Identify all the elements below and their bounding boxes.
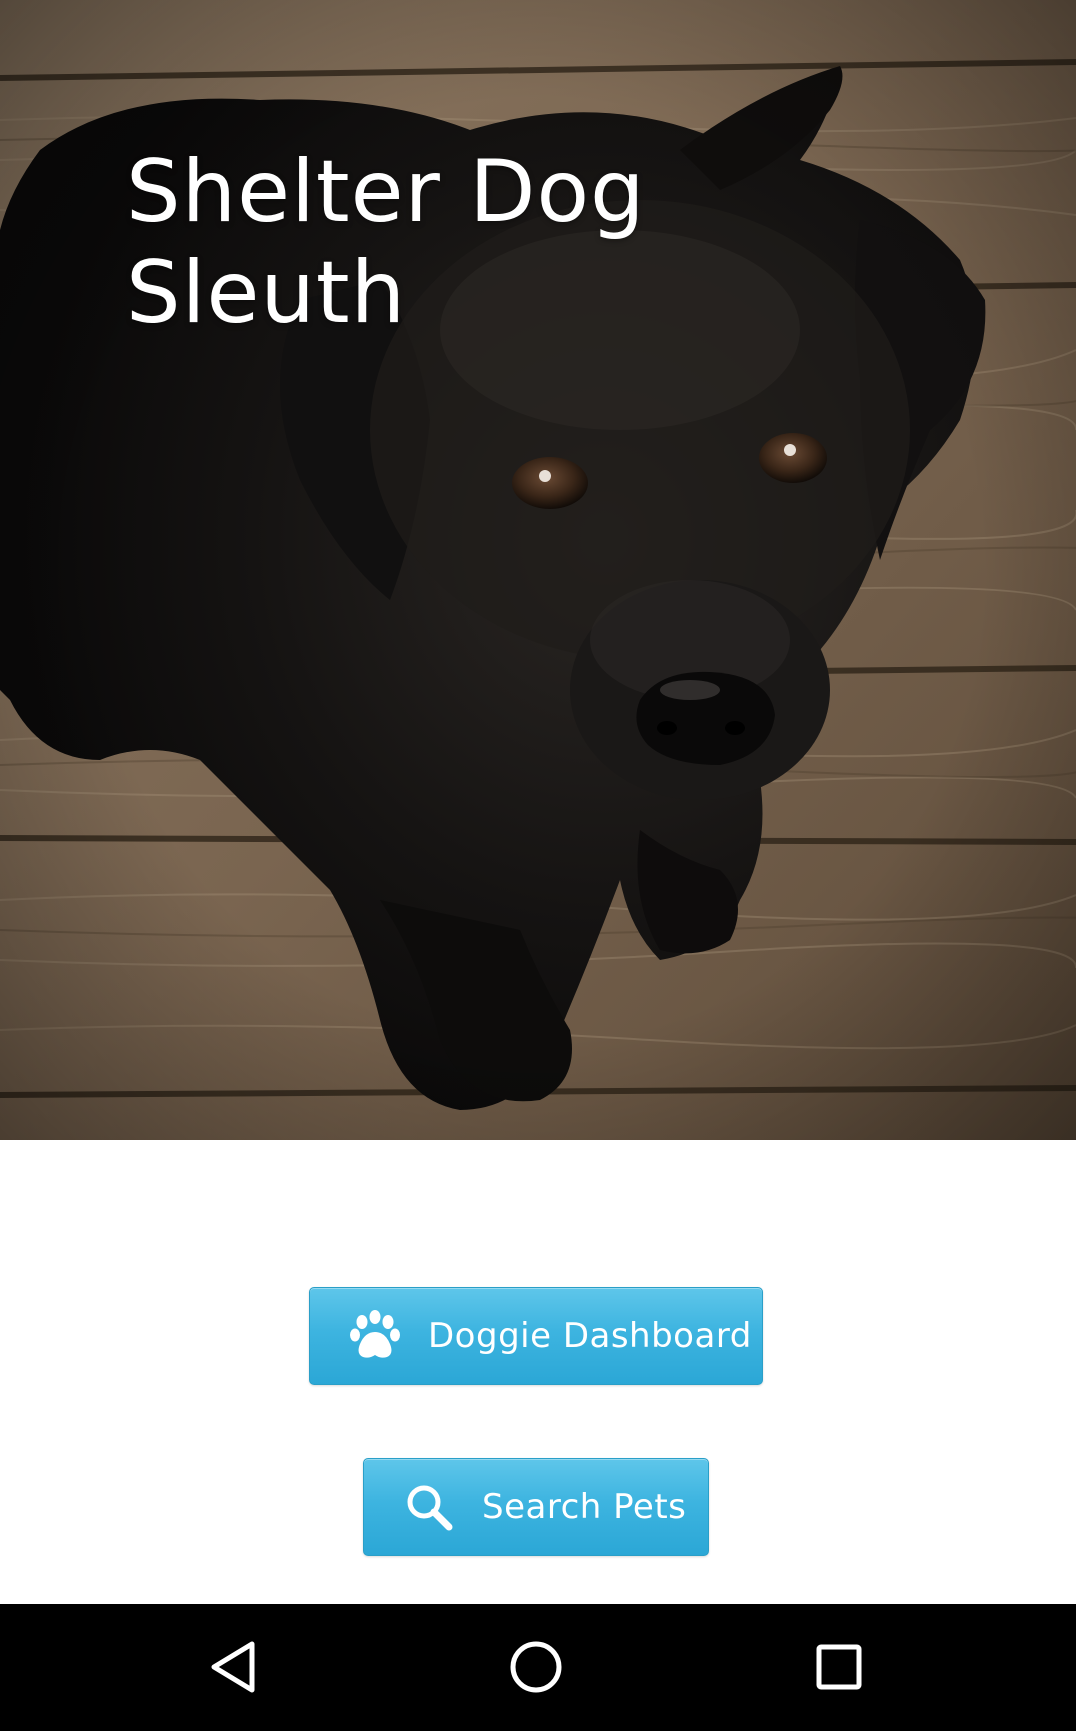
app-title-line-1: Shelter Dog (126, 142, 646, 242)
back-triangle-icon (211, 1641, 255, 1693)
app-title-line-2: Sleuth (126, 243, 407, 343)
paw-icon (348, 1308, 404, 1364)
search-icon (404, 1482, 454, 1532)
search-pets-button[interactable]: Search Pets (363, 1458, 709, 1556)
app-title: Shelter Dog Sleuth (126, 142, 826, 344)
system-navigation-bar (0, 1604, 1076, 1731)
recent-apps-square-icon (816, 1644, 862, 1690)
hero-image: Shelter Dog Sleuth (0, 0, 1076, 1140)
back-button[interactable] (203, 1637, 263, 1697)
recent-apps-button[interactable] (809, 1637, 869, 1697)
search-pets-label: Search Pets (482, 1487, 687, 1527)
doggie-dashboard-label: Doggie Dashboard (428, 1316, 752, 1356)
home-circle-icon (510, 1641, 562, 1693)
doggie-dashboard-button[interactable]: Doggie Dashboard (309, 1287, 763, 1385)
home-button[interactable] (506, 1637, 566, 1697)
home-screen: Shelter Dog Sleuth Doggie Dashboard Sear… (0, 0, 1076, 1731)
